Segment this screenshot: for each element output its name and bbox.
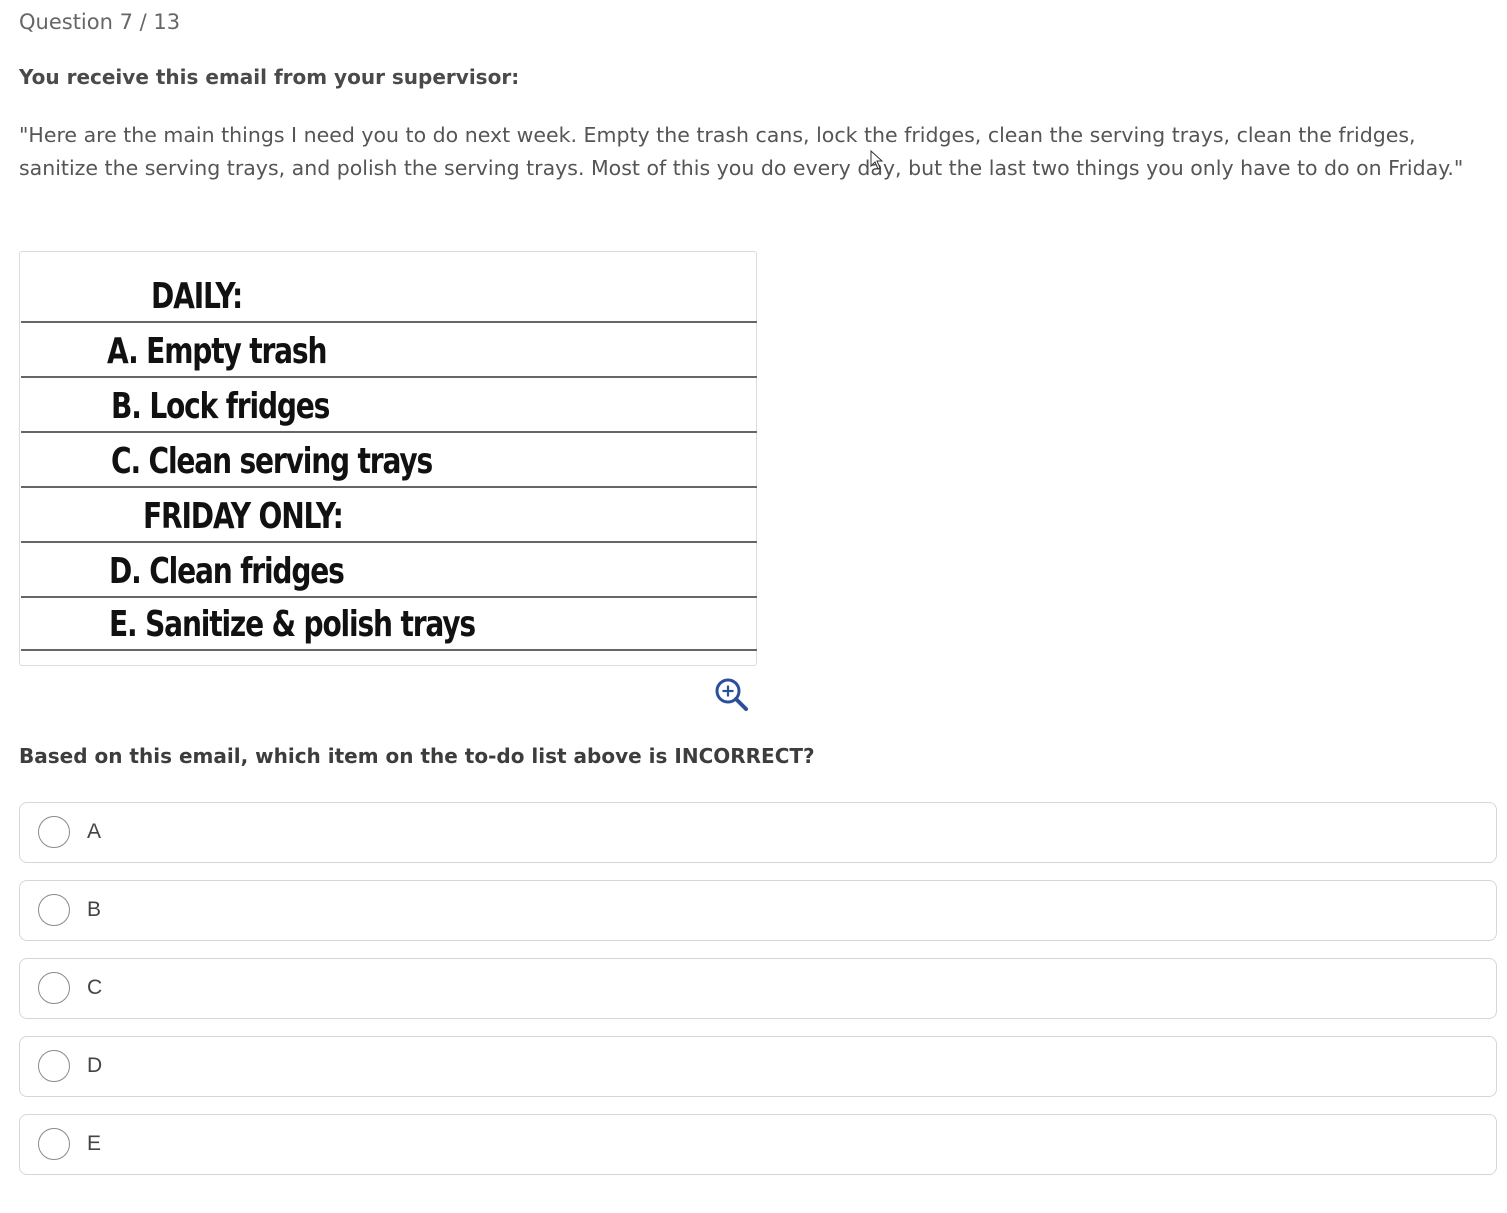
- mouse-cursor-icon: [870, 149, 884, 170]
- todo-row-c: C. Clean serving trays: [21, 433, 757, 488]
- option-label: E: [87, 1132, 102, 1155]
- todo-row-d: D. Clean fridges: [21, 543, 757, 598]
- radio-button[interactable]: [38, 1128, 70, 1160]
- todo-row-text: E. Sanitize & polish trays: [109, 604, 476, 645]
- question-text: Based on this email, which item on the t…: [19, 744, 815, 768]
- option-label: C: [87, 976, 103, 999]
- question-progress: Question 7 / 13: [19, 10, 181, 34]
- option-label: D: [87, 1054, 103, 1077]
- todo-row-text: FRIDAY ONLY:: [143, 496, 344, 537]
- todo-row-a: A. Empty trash: [21, 323, 757, 378]
- prompt-intro: You receive this email from your supervi…: [19, 65, 520, 89]
- zoom-in-icon[interactable]: [714, 677, 748, 711]
- todo-row-e: E. Sanitize & polish trays: [21, 596, 757, 651]
- radio-button[interactable]: [38, 894, 70, 926]
- option-label: B: [87, 898, 102, 921]
- todo-row-heading-friday: FRIDAY ONLY:: [21, 488, 757, 543]
- todo-row-text: D. Clean fridges: [109, 551, 345, 592]
- radio-button[interactable]: [38, 816, 70, 848]
- todo-row-text: DAILY:: [151, 276, 243, 317]
- todo-row-text: C. Clean serving trays: [111, 441, 433, 482]
- answer-option-a[interactable]: A: [19, 802, 1497, 863]
- answer-option-e[interactable]: E: [19, 1114, 1497, 1175]
- radio-button[interactable]: [38, 1050, 70, 1082]
- radio-button[interactable]: [38, 972, 70, 1004]
- todo-row-b: B. Lock fridges: [21, 378, 757, 433]
- answer-option-b[interactable]: B: [19, 880, 1497, 941]
- todo-list-image: DAILY: A. Empty trash B. Lock fridges C.…: [19, 251, 757, 666]
- todo-row-text: B. Lock fridges: [111, 386, 330, 427]
- todo-row-heading-daily: DAILY:: [21, 268, 757, 323]
- answer-option-c[interactable]: C: [19, 958, 1497, 1019]
- option-label: A: [87, 820, 102, 843]
- todo-row-text: A. Empty trash: [107, 331, 327, 372]
- email-text: "Here are the main things I need you to …: [19, 123, 1464, 180]
- answer-option-d[interactable]: D: [19, 1036, 1497, 1097]
